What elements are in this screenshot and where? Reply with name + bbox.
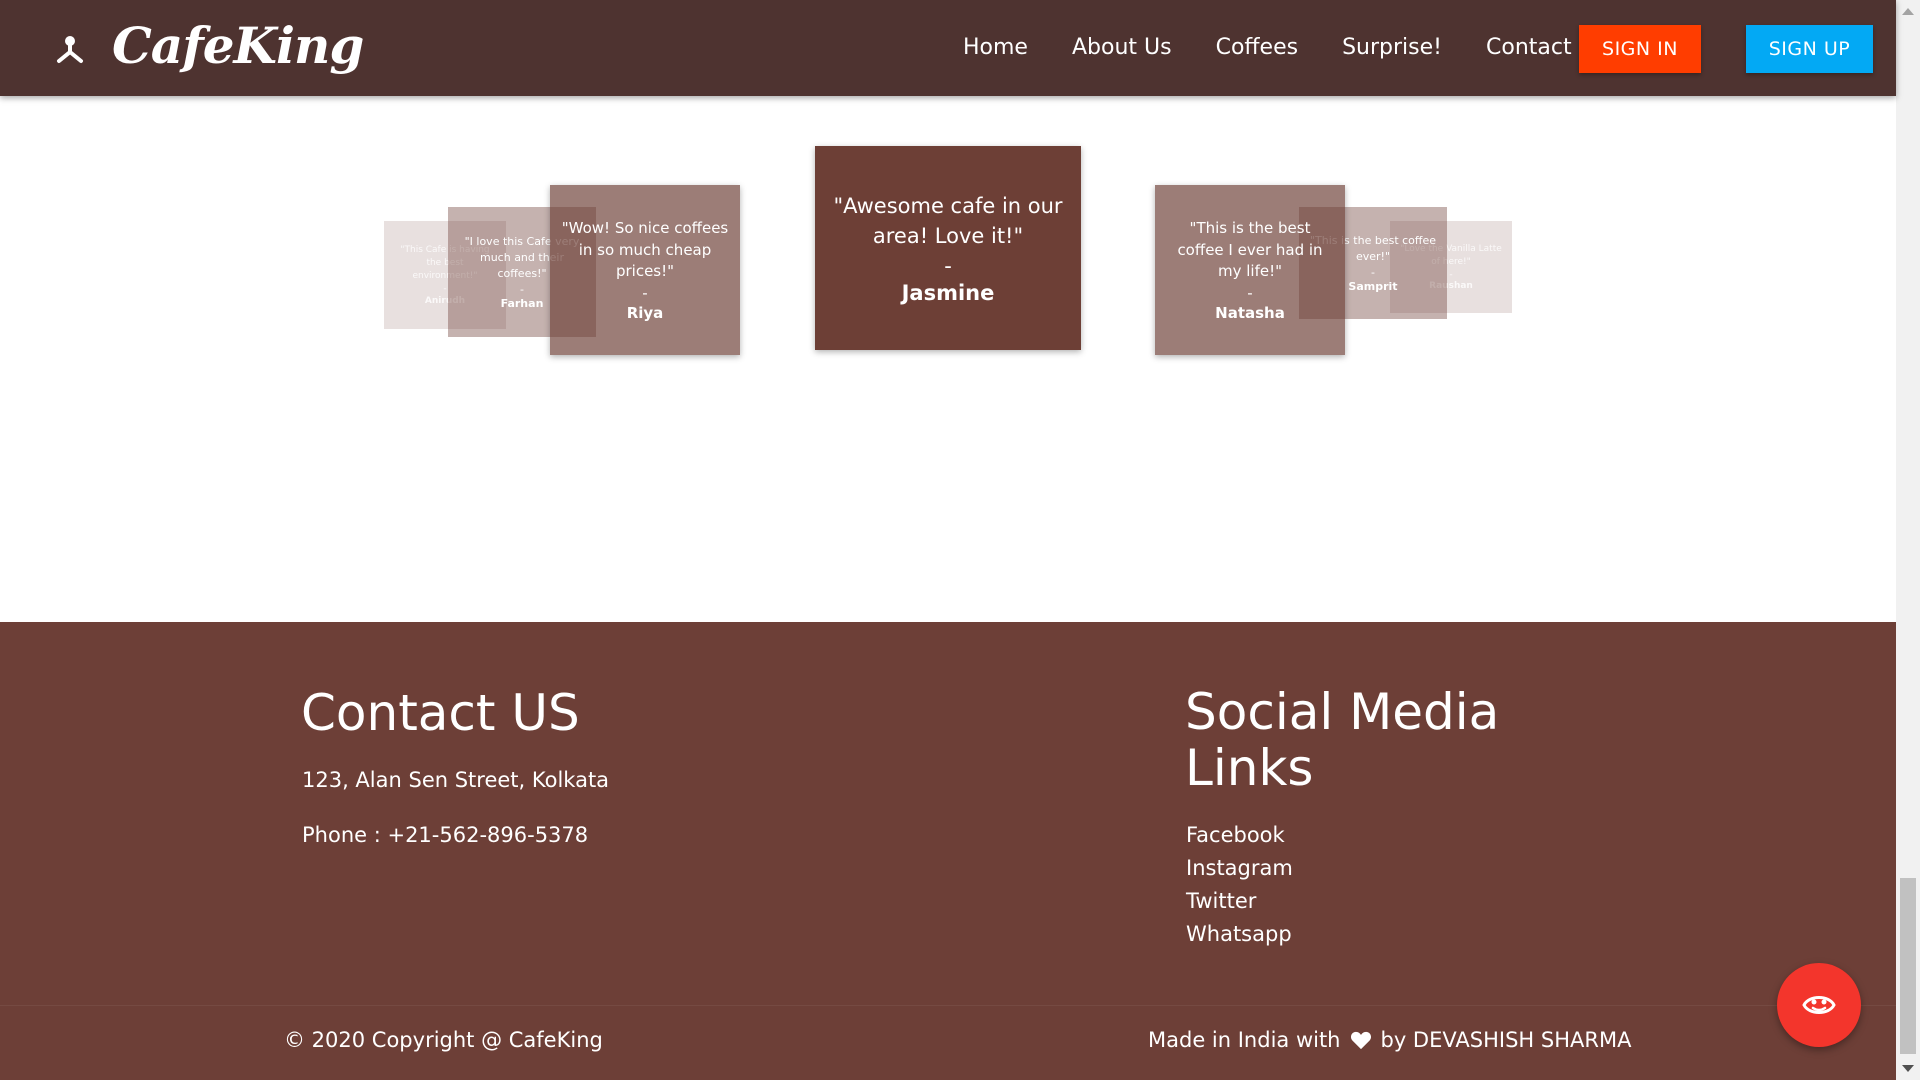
testimonial-author: Samprit — [1348, 280, 1398, 294]
social-links-list: Facebook Instagram Twitter Whatsapp — [1186, 822, 1293, 954]
contact-title: Contact US — [301, 684, 580, 742]
sign-up-button[interactable]: SIGN UP — [1746, 25, 1873, 73]
sign-in-button[interactable]: SIGN IN — [1579, 25, 1701, 73]
scroll-down-arrow-icon[interactable] — [1902, 1065, 1914, 1072]
social-link-item: Twitter — [1186, 888, 1293, 914]
testimonial-author: Natasha — [1215, 304, 1285, 323]
made-in-suffix: by DEVASHISH SHARMA — [1380, 1028, 1632, 1052]
testimonial-author: Farhan — [500, 297, 544, 311]
testimonial-dash: - — [944, 253, 952, 278]
social-link-item: Facebook — [1186, 822, 1293, 848]
social-link-instagram[interactable]: Instagram — [1186, 856, 1293, 880]
social-link-item: Instagram — [1186, 855, 1293, 881]
testimonial-card-active[interactable]: "Awesome cafe in our area! Love it!" - J… — [815, 146, 1081, 350]
scrollbar-thumb[interactable] — [1900, 878, 1916, 1054]
testimonial-author: Jasmine — [901, 281, 995, 306]
social-link-item: Whatsapp — [1186, 921, 1293, 947]
scroll-up-arrow-icon[interactable] — [1902, 8, 1914, 15]
heart-icon — [1350, 1031, 1371, 1050]
contact-address: 123, Alan Sen Street, Kolkata — [302, 768, 610, 792]
testimonial-quote: "Wow! So nice coffees in so much cheap p… — [561, 218, 729, 281]
made-in-credit: Made in India with by DEVASHISH SHARMA — [1148, 1028, 1631, 1052]
brand-name[interactable]: CafeKing — [112, 14, 364, 78]
testimonial-quote: "This is the best coffee I ever had in m… — [1177, 218, 1323, 281]
testimonial-quote: "Awesome cafe in our area! Love it!" — [833, 193, 1063, 249]
nav-link-contact[interactable]: Contact — [1486, 32, 1572, 64]
testimonial-author: Riya — [626, 304, 664, 323]
footer: Contact US 123, Alan Sen Street, Kolkata… — [0, 622, 1896, 1080]
social-link-whatsapp[interactable]: Whatsapp — [1186, 922, 1292, 946]
social-media-title: Social Media Links — [1185, 683, 1500, 797]
chat-fab-button[interactable] — [1777, 963, 1861, 1047]
testimonial-dash: - — [443, 284, 447, 295]
social-link-facebook[interactable]: Facebook — [1186, 823, 1285, 847]
testimonial-dash: - — [1247, 284, 1253, 303]
social-link-twitter[interactable]: Twitter — [1186, 889, 1256, 913]
testimonial-dash: - — [642, 284, 648, 303]
nav-link-coffees[interactable]: Coffees — [1216, 32, 1299, 64]
footer-divider — [0, 1005, 1896, 1006]
face-icon — [1802, 996, 1836, 1014]
copyright-text: © 2020 Copyright @ CafeKing — [284, 1028, 603, 1052]
navbar: CafeKing Home About Us Coffees Surprise!… — [0, 0, 1896, 96]
testimonial-card[interactable]: "Wow! So nice coffees in so much cheap p… — [550, 185, 740, 355]
nav-link-home[interactable]: Home — [963, 32, 1028, 64]
page-scrollbar[interactable] — [1896, 0, 1920, 1080]
testimonial-card[interactable]: "This is the best coffee I ever had in m… — [1155, 185, 1345, 355]
brand-logo-icon[interactable] — [52, 32, 88, 68]
testimonial-dash: - — [1449, 269, 1453, 280]
testimonial-dash: - — [520, 282, 524, 296]
nav-links: Home About Us Coffees Surprise! Contact — [963, 32, 1616, 64]
made-in-prefix: Made in India with — [1148, 1028, 1341, 1052]
testimonial-dash: - — [1371, 265, 1375, 279]
contact-phone: Phone : +21-562-896-5378 — [302, 823, 589, 847]
nav-link-surprise[interactable]: Surprise! — [1342, 32, 1442, 64]
testimonials-carousel: "This Cafe is having the best environmen… — [0, 96, 1896, 622]
nav-link-about-us[interactable]: About Us — [1072, 32, 1172, 64]
